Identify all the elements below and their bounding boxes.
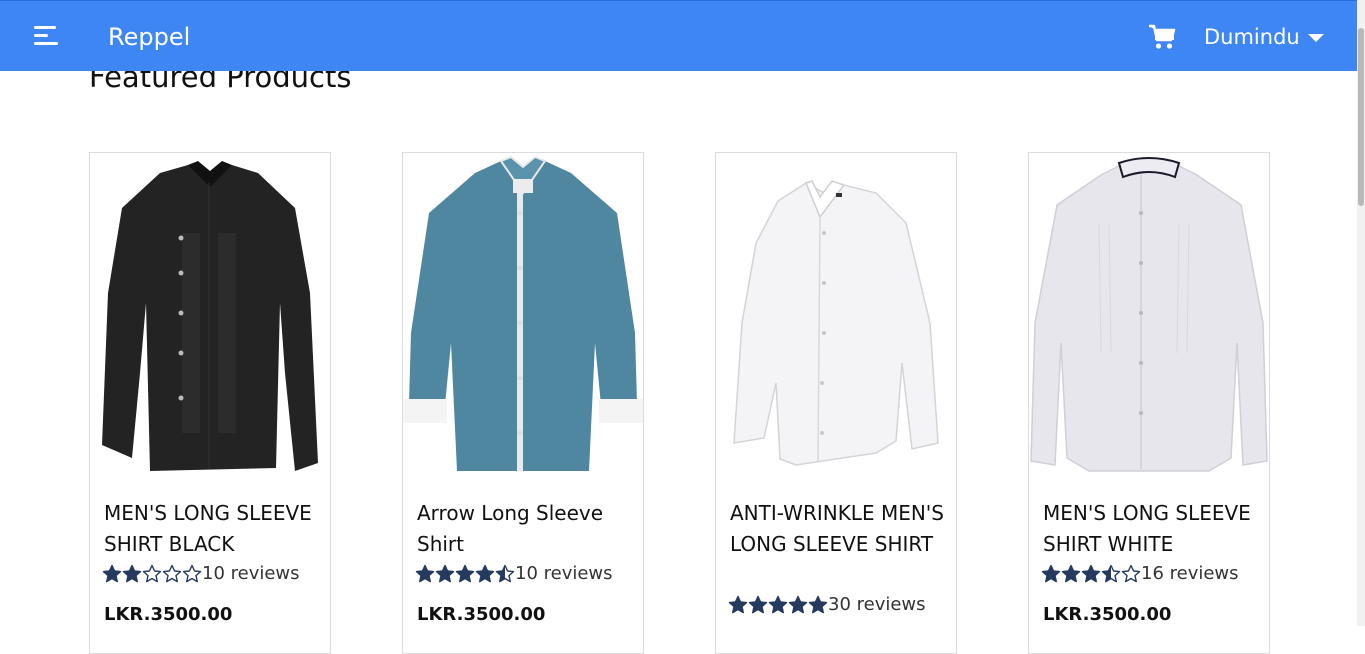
- star-full-icon: [1041, 564, 1061, 582]
- product-name[interactable]: MEN'S LONG SLEEVE SHIRT BLACK: [104, 498, 320, 560]
- star-full-icon: [1061, 564, 1081, 582]
- caret-down-icon: [1307, 33, 1324, 42]
- product-price: LKR.3500.00: [104, 604, 233, 625]
- star-empty-icon: [182, 564, 202, 582]
- star-full-icon: [1081, 564, 1101, 582]
- star-rating: [415, 564, 515, 584]
- product-image[interactable]: [716, 153, 956, 483]
- product-rating: 16 reviews: [1041, 563, 1239, 584]
- star-rating: [102, 564, 202, 584]
- product-name[interactable]: Arrow Long Sleeve Shirt: [417, 498, 633, 560]
- star-empty-icon: [162, 564, 182, 582]
- hamburger-menu-icon[interactable]: [34, 26, 60, 48]
- star-full-icon: [415, 564, 435, 582]
- star-empty-icon: [1121, 564, 1141, 582]
- star-full-icon: [768, 595, 788, 613]
- product-image[interactable]: [403, 153, 643, 483]
- star-full-icon: [788, 595, 808, 613]
- review-count: 16 reviews: [1141, 563, 1239, 584]
- page-scrollbar[interactable]: [1357, 0, 1365, 626]
- product-name[interactable]: MEN'S LONG SLEEVE SHIRT WHITE: [1043, 498, 1259, 560]
- star-half-icon: [495, 564, 515, 582]
- brand-logo-text[interactable]: Reppel: [108, 23, 190, 51]
- review-count: 10 reviews: [202, 563, 300, 584]
- product-rating: 10 reviews: [415, 563, 613, 584]
- product-name[interactable]: ANTI-WRINKLE MEN'S LONG SLEEVE SHIRT: [730, 498, 946, 560]
- star-rating: [1041, 564, 1141, 584]
- user-name: Dumindu: [1204, 25, 1300, 49]
- star-half-icon: [1101, 564, 1121, 582]
- product-card[interactable]: Arrow Long Sleeve Shirt 10 reviews LKR.3…: [402, 152, 644, 654]
- product-rating: 30 reviews: [728, 594, 926, 615]
- review-count: 10 reviews: [515, 563, 613, 584]
- star-full-icon: [748, 595, 768, 613]
- star-full-icon: [455, 564, 475, 582]
- star-full-icon: [102, 564, 122, 582]
- user-menu-dropdown[interactable]: Dumindu: [1204, 25, 1324, 49]
- star-full-icon: [728, 595, 748, 613]
- star-full-icon: [808, 595, 828, 613]
- product-price: LKR.3500.00: [417, 604, 546, 625]
- star-full-icon: [122, 564, 142, 582]
- star-empty-icon: [142, 564, 162, 582]
- product-price: LKR.3500.00: [1043, 604, 1172, 625]
- product-image[interactable]: [90, 153, 330, 483]
- star-rating: [728, 595, 828, 615]
- star-full-icon: [435, 564, 455, 582]
- product-card[interactable]: ANTI-WRINKLE MEN'S LONG SLEEVE SHIRT 30 …: [715, 152, 957, 654]
- shopping-cart-icon[interactable]: [1148, 23, 1176, 51]
- star-full-icon: [475, 564, 495, 582]
- scrollbar-thumb[interactable]: [1358, 28, 1364, 206]
- product-card[interactable]: MEN'S LONG SLEEVE SHIRT BLACK 10 reviews…: [89, 152, 331, 654]
- product-card[interactable]: MEN'S LONG SLEEVE SHIRT WHITE 16 reviews…: [1028, 152, 1270, 654]
- top-navbar: Reppel Dumindu: [0, 0, 1357, 71]
- product-image[interactable]: [1029, 153, 1269, 483]
- review-count: 30 reviews: [828, 594, 926, 615]
- product-rating: 10 reviews: [102, 563, 300, 584]
